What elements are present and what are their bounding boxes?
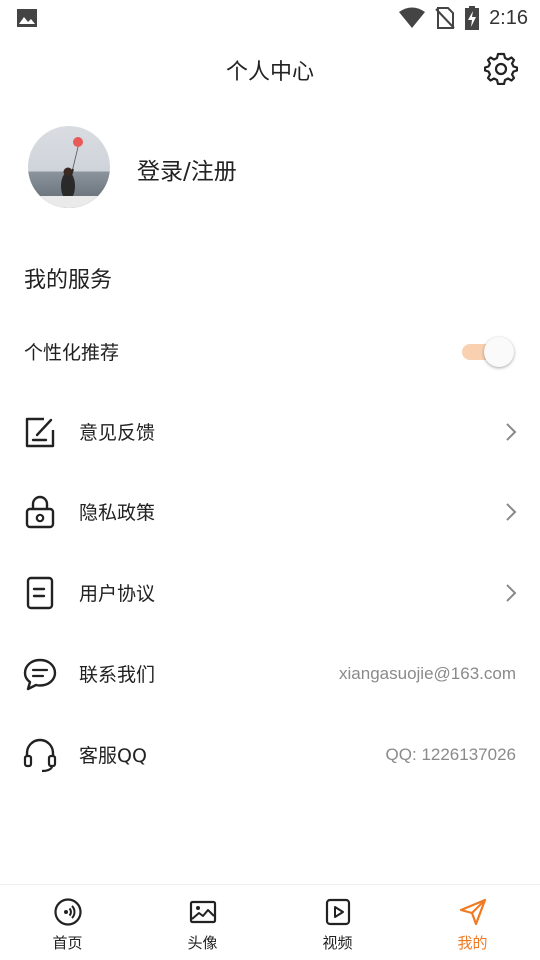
- bottom-navigation: 首页 头像 视频 我的: [0, 884, 540, 960]
- radio-icon: [53, 898, 82, 926]
- personalized-label: 个性化推荐: [24, 342, 120, 364]
- status-bar: 2:16: [0, 0, 540, 36]
- qq-label: 客服QQ: [79, 745, 147, 767]
- nav-video[interactable]: 视频: [270, 885, 405, 960]
- battery-charging-icon: [465, 6, 480, 30]
- services-title: 我的服务: [24, 268, 113, 293]
- row-feedback[interactable]: 意见反馈: [0, 392, 540, 472]
- qq-number: QQ: 1226137026: [385, 745, 516, 764]
- toggle-knob: [484, 337, 514, 367]
- no-sim-icon: [435, 7, 455, 29]
- send-icon: [459, 898, 486, 926]
- profile-card[interactable]: 登录/注册: [0, 120, 540, 216]
- gear-icon[interactable]: [484, 51, 518, 85]
- row-privacy-policy[interactable]: 隐私政策: [0, 472, 540, 552]
- personalized-toggle[interactable]: [462, 336, 514, 368]
- chevron-right-icon: [506, 503, 517, 521]
- chevron-right-icon: [506, 423, 517, 441]
- privacy-label: 隐私政策: [79, 502, 156, 524]
- lock-icon: [25, 495, 55, 529]
- headset-icon: [23, 738, 57, 773]
- nav-home[interactable]: 首页: [0, 885, 135, 960]
- page-title: 个人中心: [225, 60, 314, 85]
- row-customer-service-qq[interactable]: 客服QQ QQ: 1226137026: [0, 715, 540, 795]
- login-register-link[interactable]: 登录/注册: [137, 152, 237, 186]
- row-contact-us[interactable]: 联系我们 xiangasuojie@163.com: [0, 634, 540, 714]
- header: 个人中心: [0, 36, 540, 100]
- avatar[interactable]: [28, 126, 110, 208]
- nav-mine[interactable]: 我的: [405, 885, 540, 960]
- nav-home-label: 首页: [52, 934, 83, 952]
- chat-icon: [23, 658, 57, 691]
- contact-label: 联系我们: [79, 664, 156, 686]
- agreement-icon: [26, 576, 54, 610]
- nav-video-label: 视频: [322, 934, 353, 952]
- feedback-label: 意见反馈: [79, 422, 156, 444]
- play-icon: [325, 898, 350, 926]
- gallery-notification-icon: [17, 9, 37, 27]
- chevron-right-icon: [506, 584, 517, 602]
- nav-avatar[interactable]: 头像: [135, 885, 270, 960]
- feedback-icon: [25, 417, 55, 448]
- wifi-icon: [399, 7, 426, 28]
- row-user-agreement[interactable]: 用户协议: [0, 553, 540, 633]
- image-icon: [189, 900, 216, 924]
- row-personalized-recommendation: 个性化推荐: [0, 312, 540, 392]
- status-time: 2:16: [489, 6, 528, 29]
- agreement-label: 用户协议: [79, 583, 156, 605]
- nav-mine-label: 我的: [457, 934, 488, 952]
- contact-email: xiangasuojie@163.com: [339, 664, 516, 683]
- nav-avatar-label: 头像: [187, 934, 218, 952]
